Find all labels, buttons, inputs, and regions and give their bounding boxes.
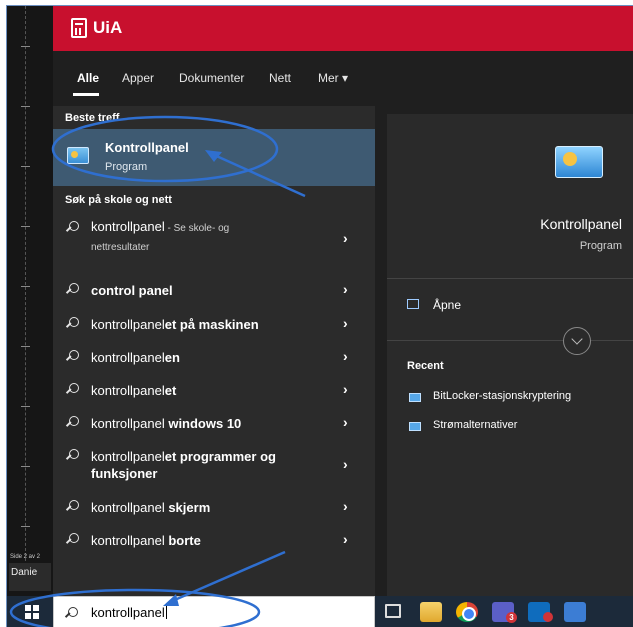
web-heading: Søk på skole og nett <box>65 194 172 206</box>
chrome-icon[interactable] <box>456 602 478 622</box>
taskbar: kontrollpanel 3 <box>7 596 633 627</box>
recent-item[interactable]: BitLocker-stasjonskryptering <box>433 390 571 402</box>
ruler-tick <box>21 346 30 347</box>
preview-card: Kontrollpanel Program Åpne Recent BitLoc… <box>387 114 633 596</box>
best-match-subtitle: Program <box>105 161 148 173</box>
app-icon[interactable] <box>564 602 586 622</box>
web-result-text: kontrollpanelet programmer og funksjoner <box>91 449 276 481</box>
ruler-tick <box>21 106 30 107</box>
preview-title: Kontrollpanel <box>540 216 622 232</box>
web-result-text: kontrollpanel skjerm <box>91 500 211 515</box>
recent-item[interactable]: Strømalternativer <box>433 419 517 431</box>
screen-frame: Side 2 av 2 Danie UiA Alle Apper Dokumen… <box>6 5 633 627</box>
open-action[interactable]: Åpne <box>433 298 461 312</box>
teams-badge: 3 <box>506 612 517 623</box>
taskbar-search-box[interactable]: kontrollpanel <box>53 596 375 627</box>
search-icon <box>67 317 81 331</box>
recent-heading: Recent <box>407 360 444 372</box>
web-result-row[interactable]: kontrollpanel skjerm › <box>53 498 375 521</box>
recent-item-icon <box>409 422 421 431</box>
ruler-tick <box>21 406 30 407</box>
search-icon <box>67 350 81 364</box>
tab-apper[interactable]: Apper <box>122 71 154 85</box>
web-result-text: kontrollpanelet <box>91 383 177 398</box>
recent-item-icon <box>409 393 421 402</box>
chevron-right-icon: › <box>343 348 348 364</box>
web-result-text: kontrollpanel - Se skole- og nettresultat… <box>91 219 230 253</box>
web-result-text: kontrollpanel borte <box>91 533 201 548</box>
chevron-right-icon: › <box>343 414 348 430</box>
search-icon <box>67 449 81 463</box>
web-result-text: kontrollpanelen <box>91 350 180 365</box>
search-icon <box>67 383 81 397</box>
divider <box>387 340 633 341</box>
search-icon <box>67 533 81 547</box>
tab-alle[interactable]: Alle <box>77 71 99 85</box>
web-result-row[interactable]: kontrollpanelet på maskinen › <box>53 315 375 338</box>
web-result-row[interactable]: kontrollpanelet › <box>53 381 375 404</box>
chevron-right-icon: › <box>343 281 348 297</box>
ruler-tick <box>21 286 30 287</box>
outlook-badge <box>543 612 553 622</box>
start-button[interactable] <box>13 596 53 627</box>
search-icon <box>66 607 78 619</box>
expand-chevron-icon[interactable] <box>563 327 591 355</box>
best-match-item[interactable]: Kontrollpanel Program <box>53 129 375 186</box>
chevron-right-icon: › <box>343 315 348 331</box>
search-input[interactable]: kontrollpanel <box>91 605 167 620</box>
open-icon <box>407 299 419 309</box>
uia-logo-icon <box>71 18 87 38</box>
tab-nett[interactable]: Nett <box>269 71 291 85</box>
chevron-right-icon: › <box>343 230 348 246</box>
active-tab-indicator <box>73 93 99 96</box>
web-result-row[interactable]: kontrollpanel - Se skole- og nettresultat… <box>53 218 375 262</box>
best-match-heading: Beste treff <box>65 112 120 124</box>
preview-panel: Kontrollpanel Program Åpne Recent BitLoc… <box>375 106 633 596</box>
ruler-tick <box>21 46 30 47</box>
ruler-tick <box>21 466 30 467</box>
web-result-row[interactable]: kontrollpanel borte › <box>53 531 375 554</box>
web-result-row[interactable]: kontrollpanel windows 10 › <box>53 414 375 437</box>
brand-bar: UiA <box>53 6 633 51</box>
ruler-tick <box>21 166 30 167</box>
web-result-text: kontrollpanel windows 10 <box>91 416 242 431</box>
chevron-right-icon: › <box>343 456 348 472</box>
search-icon <box>67 283 81 297</box>
ruler-tick <box>21 526 30 527</box>
web-result-row[interactable]: kontrollpanelen › <box>53 348 375 371</box>
windows-logo-icon <box>25 605 39 619</box>
best-match-title: Kontrollpanel <box>105 140 189 155</box>
web-result-text: control panel <box>91 283 173 298</box>
chevron-right-icon: › <box>343 381 348 397</box>
word-ruler: Side 2 av 2 Danie <box>7 6 53 596</box>
search-icon <box>67 221 81 235</box>
preview-subtitle: Program <box>579 240 622 252</box>
search-icon <box>67 416 81 430</box>
web-result-text: kontrollpanelet på maskinen <box>91 317 259 332</box>
web-result-row[interactable]: kontrollpanelet programmer og funksjoner … <box>53 448 375 488</box>
search-tabs: Alle Apper Dokumenter Nett Mer ▾ <box>53 51 633 106</box>
divider <box>387 278 633 279</box>
control-panel-icon <box>555 146 603 178</box>
chevron-right-icon: › <box>343 498 348 514</box>
web-result-row[interactable]: control panel › <box>53 281 375 304</box>
ruler-tick <box>21 226 30 227</box>
tab-mer[interactable]: Mer ▾ <box>318 71 348 85</box>
uia-logo: UiA <box>71 18 122 38</box>
task-view-icon[interactable] <box>385 604 401 618</box>
results-list: Beste treff Kontrollpanel Program Søk på… <box>53 106 375 596</box>
tab-dokumenter[interactable]: Dokumenter <box>179 71 244 85</box>
brand-name: UiA <box>93 18 123 37</box>
search-icon <box>67 500 81 514</box>
file-explorer-icon[interactable] <box>420 602 442 622</box>
control-panel-icon <box>67 147 89 164</box>
word-page-label: Side 2 av 2 <box>10 554 41 560</box>
chevron-right-icon: › <box>343 531 348 547</box>
word-user-label: Danie <box>9 563 51 591</box>
